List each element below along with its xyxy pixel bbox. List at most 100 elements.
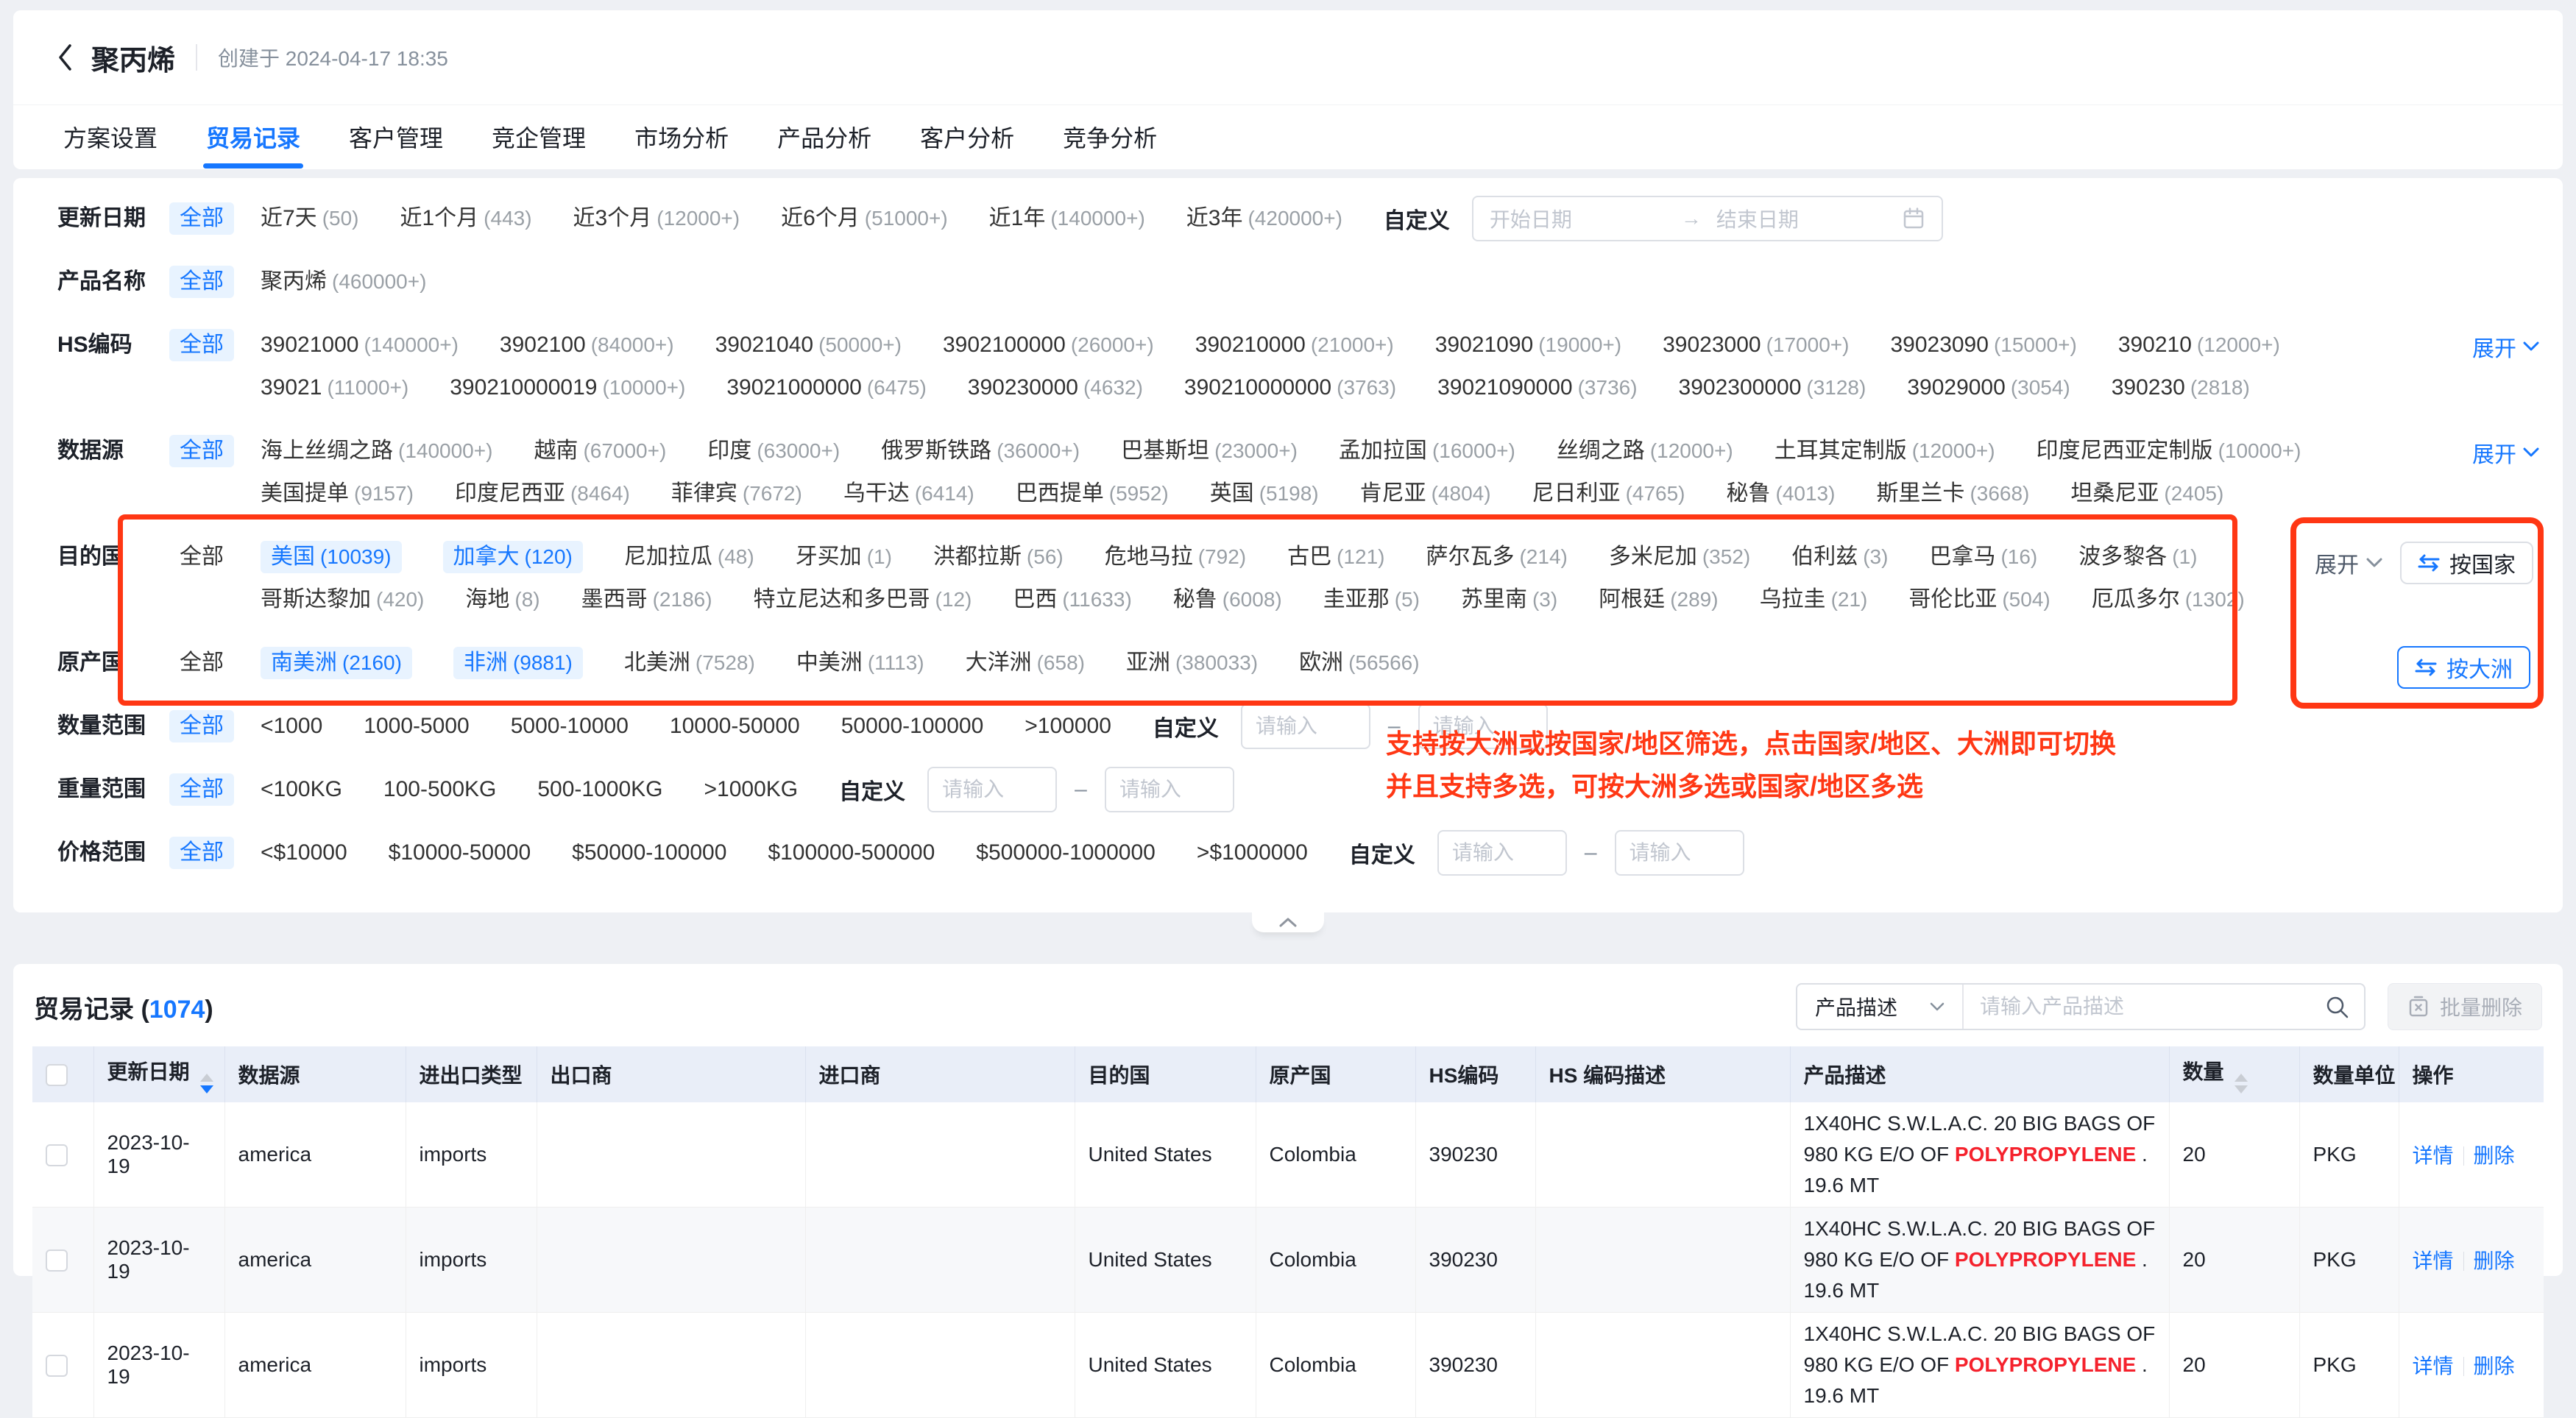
range-min-input[interactable] (927, 767, 1057, 812)
filter-option[interactable]: 39023090(15000+) (1890, 329, 2076, 361)
filter-option[interactable]: 越南(67000+) (534, 435, 666, 467)
range-max-input[interactable] (1105, 767, 1234, 812)
filter-option[interactable]: 萨尔瓦多(214) (1426, 541, 1567, 573)
filter-option[interactable]: <1000 (261, 710, 322, 742)
filter-option[interactable]: 近1年(140000+) (989, 202, 1145, 235)
tab-1[interactable]: 方案设置 (60, 105, 160, 169)
filter-option[interactable]: 危地马拉(792) (1105, 541, 1246, 573)
filter-option[interactable]: 近7天(50) (261, 202, 358, 235)
filter-option[interactable]: $50000-100000 (572, 837, 726, 869)
filter-option[interactable]: 390230000(4632) (968, 372, 1143, 404)
filter-option[interactable]: 巴西(11633) (1013, 584, 1131, 616)
filter-option[interactable]: 特立尼达和多巴哥(12) (754, 584, 972, 616)
filter-option[interactable]: 非洲(9881) (453, 647, 583, 679)
expand-toggle[interactable]: 展开 (2472, 436, 2539, 469)
filter-option[interactable]: 尼日利亚(4765) (1532, 478, 1685, 510)
country-expand-toggle[interactable]: 展开 (2315, 547, 2382, 579)
filter-option[interactable]: 肯尼亚(4804) (1360, 478, 1491, 510)
filter-option[interactable]: 俄罗斯铁路(36000+) (881, 435, 1080, 467)
filter-option[interactable]: 墨西哥(2186) (581, 584, 712, 616)
filter-option[interactable]: 1000-5000 (364, 710, 469, 742)
sort-icon[interactable] (2234, 1074, 2248, 1093)
filter-option[interactable]: 印度尼西亚(8464) (455, 478, 630, 510)
tab-2[interactable]: 贸易记录 (203, 105, 303, 169)
by-continent-button[interactable]: 按大洲 (2397, 646, 2530, 689)
custom-option[interactable]: 自定义 (1349, 837, 1415, 869)
sort-icon[interactable] (200, 1074, 213, 1093)
filter-all-option[interactable]: 全部 (169, 435, 234, 467)
filter-option[interactable]: 哥斯达黎加(420) (261, 584, 424, 616)
filter-option[interactable]: 大洋洲(658) (966, 647, 1085, 679)
detail-link[interactable]: 详情 (2413, 1355, 2454, 1378)
row-checkbox[interactable] (46, 1144, 68, 1166)
filter-option[interactable]: 39023000(17000+) (1663, 329, 1849, 361)
filter-option[interactable]: 苏里南(3) (1461, 584, 1557, 616)
filter-option[interactable]: $100000-500000 (768, 837, 935, 869)
filter-option[interactable]: 中美洲(1113) (796, 647, 924, 679)
filter-option[interactable]: 洪都拉斯(56) (933, 541, 1064, 573)
filter-option[interactable]: 印度尼西亚定制版(10000+) (2037, 435, 2301, 467)
filter-option[interactable]: 多米尼加(352) (1609, 541, 1750, 573)
filter-option[interactable]: 近6个月(51000+) (781, 202, 948, 235)
filter-option[interactable]: 巴西提单(5952) (1016, 478, 1169, 510)
search-icon[interactable] (2310, 994, 2364, 1019)
filter-option[interactable]: 39021090(19000+) (1435, 329, 1621, 361)
filter-option[interactable]: 波多黎各(1) (2078, 541, 2197, 573)
custom-option[interactable]: 自定义 (1384, 202, 1450, 235)
filter-option[interactable]: 菲律宾(7672) (671, 478, 802, 510)
range-max-input[interactable] (1418, 703, 1548, 749)
filter-option[interactable]: 亚洲(380033) (1126, 647, 1258, 679)
filter-option[interactable]: 巴基斯坦(23000+) (1121, 435, 1298, 467)
filter-option[interactable]: 美国提单(9157) (261, 478, 414, 510)
filter-option[interactable]: 美国(10039) (261, 541, 402, 573)
filter-option[interactable]: 390210000(21000+) (1195, 329, 1394, 361)
filter-option[interactable]: $500000-1000000 (976, 837, 1156, 869)
filter-all-option[interactable]: 全部 (169, 541, 234, 573)
tab-4[interactable]: 竞企管理 (489, 105, 589, 169)
filter-option[interactable]: 5000-10000 (511, 710, 629, 742)
filter-option[interactable]: 古巴(121) (1287, 541, 1384, 573)
filter-option[interactable]: 39021000(140000+) (261, 329, 459, 361)
filter-option[interactable]: 3902100000(26000+) (943, 329, 1154, 361)
filter-option[interactable]: 39029000(3054) (1907, 372, 2070, 404)
tab-6[interactable]: 产品分析 (774, 105, 874, 169)
filter-option[interactable]: 390230(2818) (2112, 372, 2250, 404)
delete-link[interactable]: 删除 (2474, 1144, 2515, 1167)
filter-option[interactable]: 孟加拉国(16000+) (1339, 435, 1515, 467)
filter-option[interactable]: 巴拿马(16) (1929, 541, 2037, 573)
range-max-input[interactable] (1615, 830, 1744, 876)
filter-all-option[interactable]: 全部 (169, 837, 234, 869)
filter-option[interactable]: 坦桑尼亚(2405) (2070, 478, 2223, 510)
filter-all-option[interactable]: 全部 (169, 266, 234, 298)
filter-option[interactable]: 尼加拉瓜(48) (624, 541, 754, 573)
filter-all-option[interactable]: 全部 (169, 202, 234, 235)
filter-option[interactable]: 39021(11000+) (261, 372, 408, 404)
filter-option[interactable]: 39021040(50000+) (715, 329, 902, 361)
search-input[interactable] (1964, 986, 2310, 1027)
filter-option[interactable]: 海上丝绸之路(140000+) (261, 435, 492, 467)
filter-all-option[interactable]: 全部 (169, 329, 234, 361)
delete-link[interactable]: 删除 (2474, 1355, 2515, 1378)
range-min-input[interactable] (1437, 830, 1567, 876)
filter-all-option[interactable]: 全部 (169, 710, 234, 742)
filter-option[interactable]: 3902300000(3128) (1679, 372, 1866, 404)
filter-option[interactable]: 丝绸之路(12000+) (1557, 435, 1733, 467)
filter-option[interactable]: 390210000019(10000+) (450, 372, 685, 404)
filter-option[interactable]: 3902100(84000+) (500, 329, 674, 361)
filter-option[interactable]: 39021000000(6475) (726, 372, 926, 404)
tab-8[interactable]: 竞争分析 (1060, 105, 1160, 169)
detail-link[interactable]: 详情 (2413, 1249, 2454, 1272)
range-min-input[interactable] (1241, 703, 1370, 749)
select-all-checkbox[interactable] (46, 1064, 68, 1086)
collapse-filter-notch[interactable] (1252, 912, 1324, 932)
filter-option[interactable]: 南美洲(2160) (261, 647, 412, 679)
tab-7[interactable]: 客户分析 (917, 105, 1017, 169)
column-header-qty[interactable]: 数量 (2169, 1046, 2299, 1102)
filter-option[interactable]: 印度(63000+) (707, 435, 840, 467)
row-checkbox[interactable] (46, 1355, 68, 1377)
filter-option[interactable]: 哥伦比亚(504) (1908, 584, 2050, 616)
filter-option[interactable]: 近3年(420000+) (1186, 202, 1342, 235)
filter-option[interactable]: 厄瓜多尔(1302) (2092, 584, 2245, 616)
row-checkbox[interactable] (46, 1249, 68, 1272)
filter-option[interactable]: 秘鲁(6008) (1173, 584, 1282, 616)
